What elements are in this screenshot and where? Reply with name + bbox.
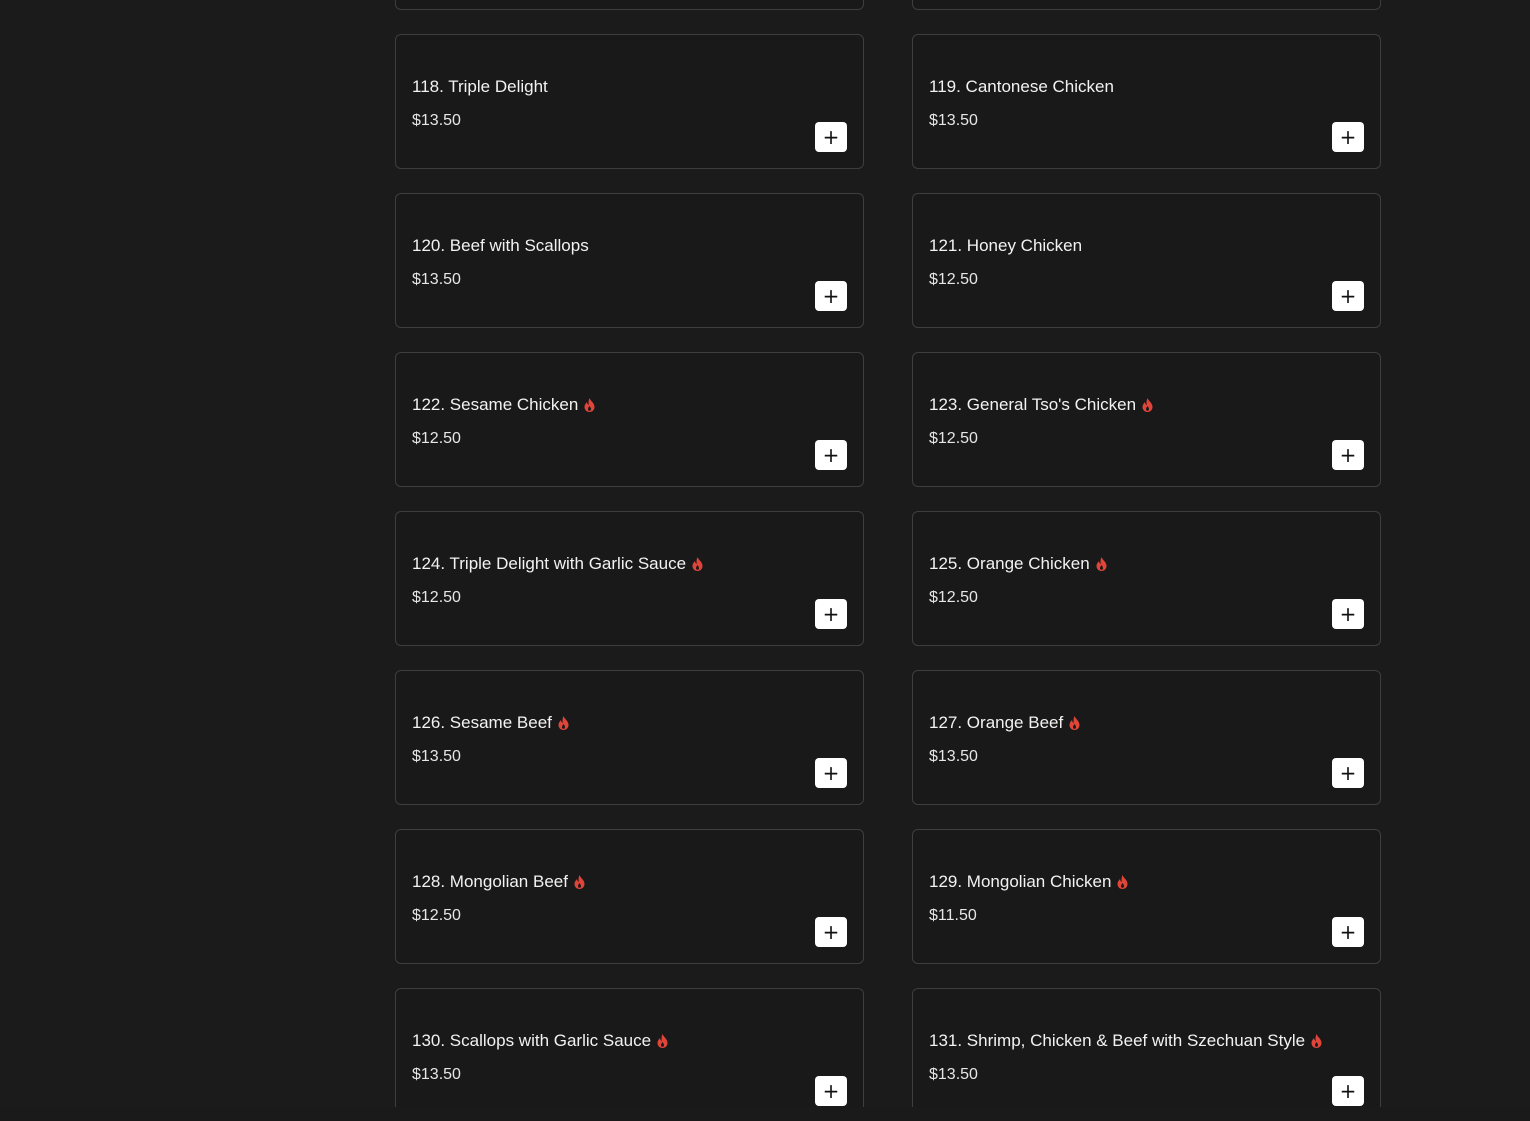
add-to-cart-button[interactable]: + bbox=[815, 758, 847, 788]
menu-item-card[interactable]: 127. Orange Beef $13.50 + bbox=[912, 670, 1381, 805]
spicy-flame-icon bbox=[574, 875, 585, 889]
menu-item-name-text: 126. Sesame Beef bbox=[412, 713, 552, 732]
menu-item-price: $12.50 bbox=[412, 589, 461, 606]
menu-item-name-text: 119. Cantonese Chicken bbox=[929, 77, 1114, 96]
menu-item-name: 123. General Tso's Chicken bbox=[929, 395, 1153, 415]
menu-item-name-text: 123. General Tso's Chicken bbox=[929, 395, 1137, 414]
add-to-cart-button[interactable]: + bbox=[815, 440, 847, 470]
menu-item-card[interactable]: 130. Scallops with Garlic Sauce $13.50 + bbox=[395, 988, 864, 1107]
menu-item-card[interactable]: + bbox=[395, 0, 864, 10]
spicy-flame-icon bbox=[657, 1034, 668, 1048]
menu-item-price: $13.50 bbox=[412, 748, 461, 765]
spicy-flame-icon bbox=[1096, 557, 1107, 571]
menu-item-card[interactable]: 129. Mongolian Chicken $11.50 + bbox=[912, 829, 1381, 964]
menu-item-card[interactable]: + bbox=[912, 0, 1381, 10]
menu-item-card[interactable]: 125. Orange Chicken $12.50 + bbox=[912, 511, 1381, 646]
menu-item-price: $11.50 bbox=[929, 907, 977, 924]
menu-item-price: $12.50 bbox=[929, 271, 978, 288]
menu-item-price: $13.50 bbox=[929, 1066, 978, 1083]
add-to-cart-button[interactable]: + bbox=[815, 281, 847, 311]
menu-item-card[interactable]: 126. Sesame Beef $13.50 + bbox=[395, 670, 864, 805]
menu-item-price: $13.50 bbox=[929, 112, 978, 129]
menu-item-name-text: 124. Triple Delight with Garlic Sauce bbox=[412, 554, 687, 573]
menu-item-card[interactable]: 131. Shrimp, Chicken & Beef with Szechua… bbox=[912, 988, 1381, 1107]
add-to-cart-button[interactable]: + bbox=[1332, 917, 1364, 947]
menu-item-card[interactable]: 121. Honey Chicken $12.50 + bbox=[912, 193, 1381, 328]
menu-item-name-text: 130. Scallops with Garlic Sauce bbox=[412, 1031, 652, 1050]
menu-item-card[interactable]: 128. Mongolian Beef $12.50 + bbox=[395, 829, 864, 964]
add-to-cart-button[interactable]: + bbox=[1332, 281, 1364, 311]
menu-item-price: $13.50 bbox=[412, 271, 461, 288]
menu-item-name: 127. Orange Beef bbox=[929, 713, 1080, 733]
spicy-flame-icon bbox=[1069, 716, 1080, 730]
menu-item-name-text: 125. Orange Chicken bbox=[929, 554, 1090, 573]
menu-item-grid: + + 118. Triple Delight $13.50 + 119. Ca… bbox=[395, 0, 1381, 1107]
menu-item-name: 125. Orange Chicken bbox=[929, 554, 1107, 574]
spicy-flame-icon bbox=[584, 398, 595, 412]
spicy-flame-icon bbox=[692, 557, 703, 571]
add-to-cart-button[interactable]: + bbox=[1332, 758, 1364, 788]
menu-item-name: 126. Sesame Beef bbox=[412, 713, 569, 733]
menu-item-name-text: 127. Orange Beef bbox=[929, 713, 1064, 732]
menu-item-card[interactable]: 120. Beef with Scallops $13.50 + bbox=[395, 193, 864, 328]
spicy-flame-icon bbox=[1311, 1034, 1322, 1048]
menu-item-name-text: 118. Triple Delight bbox=[412, 77, 548, 96]
menu-item-name: 128. Mongolian Beef bbox=[412, 872, 585, 892]
menu-item-name-text: 131. Shrimp, Chicken & Beef with Szechua… bbox=[929, 1031, 1306, 1050]
menu-item-price: $12.50 bbox=[412, 430, 461, 447]
add-to-cart-button[interactable]: + bbox=[1332, 122, 1364, 152]
add-to-cart-button[interactable]: + bbox=[1332, 1076, 1364, 1106]
menu-item-name: 118. Triple Delight bbox=[412, 77, 548, 97]
menu-page: + + 118. Triple Delight $13.50 + 119. Ca… bbox=[0, 0, 1530, 1107]
menu-item-name-text: 121. Honey Chicken bbox=[929, 236, 1083, 255]
menu-item-card[interactable]: 122. Sesame Chicken $12.50 + bbox=[395, 352, 864, 487]
menu-item-card[interactable]: 119. Cantonese Chicken $13.50 + bbox=[912, 34, 1381, 169]
menu-item-name: 120. Beef with Scallops bbox=[412, 236, 589, 256]
menu-item-name: 131. Shrimp, Chicken & Beef with Szechua… bbox=[929, 1031, 1322, 1051]
menu-item-name-text: 128. Mongolian Beef bbox=[412, 872, 568, 891]
spicy-flame-icon bbox=[1117, 875, 1128, 889]
add-to-cart-button[interactable]: + bbox=[815, 1076, 847, 1106]
menu-item-card[interactable]: 123. General Tso's Chicken $12.50 + bbox=[912, 352, 1381, 487]
menu-item-name: 124. Triple Delight with Garlic Sauce bbox=[412, 554, 703, 574]
menu-item-price: $13.50 bbox=[929, 748, 978, 765]
add-to-cart-button[interactable]: + bbox=[1332, 599, 1364, 629]
menu-item-price: $13.50 bbox=[412, 1066, 461, 1083]
menu-item-name: 130. Scallops with Garlic Sauce bbox=[412, 1031, 668, 1051]
menu-item-card[interactable]: 124. Triple Delight with Garlic Sauce $1… bbox=[395, 511, 864, 646]
menu-item-price: $13.50 bbox=[412, 112, 461, 129]
menu-item-name-text: 120. Beef with Scallops bbox=[412, 236, 589, 255]
add-to-cart-button[interactable]: + bbox=[815, 599, 847, 629]
spicy-flame-icon bbox=[1142, 398, 1153, 412]
menu-item-card[interactable]: 118. Triple Delight $13.50 + bbox=[395, 34, 864, 169]
menu-item-name-text: 122. Sesame Chicken bbox=[412, 395, 579, 414]
menu-item-name: 129. Mongolian Chicken bbox=[929, 872, 1128, 892]
add-to-cart-button[interactable]: + bbox=[815, 917, 847, 947]
menu-item-name: 119. Cantonese Chicken bbox=[929, 77, 1114, 97]
menu-item-price: $12.50 bbox=[412, 907, 461, 924]
menu-item-name: 121. Honey Chicken bbox=[929, 236, 1082, 256]
menu-item-price: $12.50 bbox=[929, 430, 978, 447]
add-to-cart-button[interactable]: + bbox=[1332, 440, 1364, 470]
menu-item-name-text: 129. Mongolian Chicken bbox=[929, 872, 1112, 891]
menu-item-name: 122. Sesame Chicken bbox=[412, 395, 595, 415]
spicy-flame-icon bbox=[558, 716, 569, 730]
add-to-cart-button[interactable]: + bbox=[815, 122, 847, 152]
menu-item-price: $12.50 bbox=[929, 589, 978, 606]
